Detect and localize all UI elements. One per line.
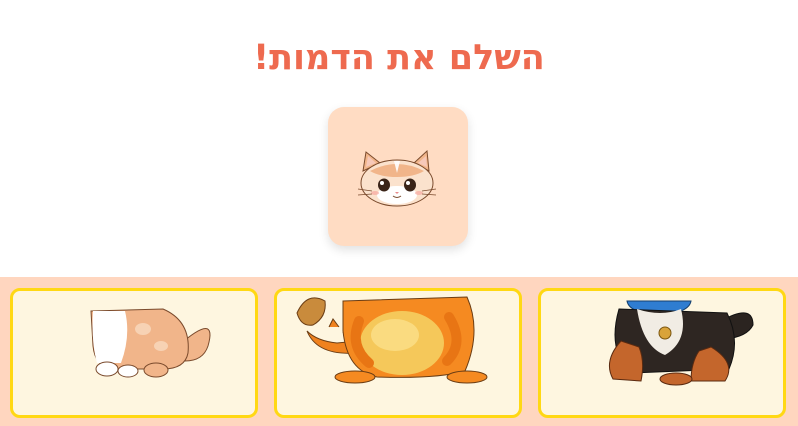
options-tray — [0, 277, 798, 426]
puzzle-screen: השלם את הדמות! — [0, 0, 798, 426]
dragon-body-icon — [296, 296, 488, 384]
dog-body-icon — [608, 300, 754, 386]
option-cat-body[interactable] — [10, 288, 258, 418]
option-dog-body[interactable] — [538, 288, 786, 418]
page-title: השלם את הדמות! — [253, 38, 545, 78]
target-card — [328, 107, 468, 246]
option-dragon-body[interactable] — [274, 288, 522, 418]
cat-body-icon — [90, 308, 211, 378]
cat-head-icon — [357, 149, 437, 207]
